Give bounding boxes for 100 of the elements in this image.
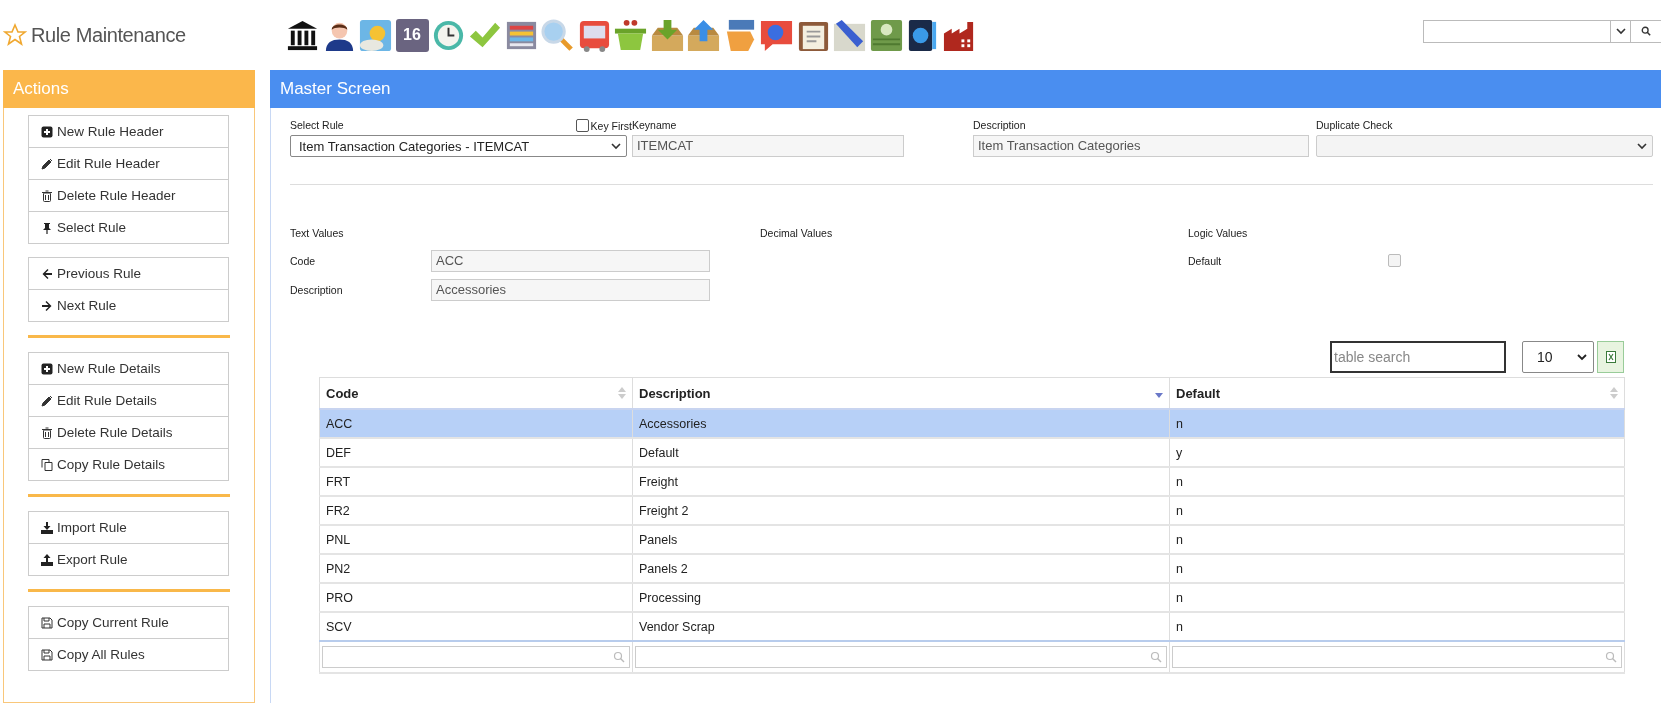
plus-icon [41,125,53,138]
action-button[interactable]: Copy All Rules [28,638,229,671]
download-icon [41,521,53,534]
field-label: Default [1188,254,1223,267]
plus-icon [41,362,53,375]
table-cell: n [1169,554,1625,583]
field-label: Keyname [632,118,678,132]
table-cell: Panels [632,525,1170,554]
search-icon [1605,651,1617,663]
table-cell: Default [632,438,1170,467]
rule-select[interactable]: Item Transaction Categories - ITEMCAT [290,135,627,157]
action-button[interactable]: Copy Current Rule [28,606,229,639]
table-cell: Accessories [632,409,1170,438]
box-upload-icon[interactable] [686,17,721,53]
pencil-icon [41,394,53,407]
table-cell: Vendor Scrap [632,612,1170,641]
column-filter-field[interactable] [635,646,1167,668]
checkbox[interactable] [575,119,589,132]
table-cell: n [1169,525,1625,554]
action-button[interactable]: New Rule Header [28,115,229,148]
table-cell: SCV [319,612,633,641]
caret-icon [1637,141,1647,151]
search-field[interactable] [1423,19,1611,43]
column-filter-field[interactable] [322,646,630,668]
sort-icon [1610,387,1618,399]
table-cell: Freight 2 [632,496,1170,525]
table-search-field[interactable]: table search [1330,341,1506,373]
upload-icon [41,553,53,566]
arrow-right-icon [41,299,53,312]
action-button[interactable]: Edit Rule Details [28,384,229,417]
table-cell: PRO [319,583,633,612]
table-cell: DEF [319,438,633,467]
caret-icon [1615,26,1626,36]
panel-header: Actions [3,70,255,108]
app-title: Rule Maintenance [31,23,186,47]
dropdown-button[interactable] [1611,19,1631,43]
section-title: Decimal Values [760,227,834,241]
value-field[interactable]: ACC [431,249,710,272]
field-label: Description [290,283,344,296]
arrow-left-icon [41,267,53,280]
search-button[interactable] [1631,19,1661,43]
value-field[interactable]: Accessories [431,278,710,301]
section-title: Logic Values [1188,227,1249,241]
table-cell: ACC [319,409,633,438]
action-button[interactable]: Next Rule [28,289,229,322]
table-cell: n [1169,612,1625,641]
action-button[interactable]: New Rule Details [28,352,229,385]
pencil-icon[interactable] [832,17,867,53]
checkbox[interactable] [1388,254,1401,267]
pencil-icon [41,157,53,170]
field-label: Duplicate Check [1316,118,1394,132]
sort-icon [618,387,626,399]
table-cell: FR2 [319,496,633,525]
action-button[interactable]: Previous Rule [28,257,229,290]
search-icon [1150,651,1162,663]
field-label: Select Rule [290,118,344,132]
excel-export-button[interactable] [1597,341,1624,373]
trash-icon [41,189,53,202]
table-cell: PNL [319,525,633,554]
column-filter-field[interactable] [1172,646,1622,668]
table-cell: n [1169,583,1625,612]
page-size-select[interactable]: 10 [1522,341,1594,373]
table-cell: Freight [632,467,1170,496]
action-button[interactable]: Export Rule [28,543,229,576]
magnifier-icon[interactable] [540,17,575,53]
caret-icon [611,141,621,151]
caret-icon [1577,352,1587,362]
box-download-icon[interactable] [649,17,685,53]
pin-icon [41,221,53,234]
keyname-field[interactable]: ITEMCAT [632,135,904,157]
table-cell: Panels 2 [632,554,1170,583]
table-cell: Processing [632,583,1170,612]
action-button[interactable]: Delete Rule Details [28,416,229,449]
star-icon[interactable] [3,23,27,47]
table-cell: n [1169,467,1625,496]
action-button[interactable]: Delete Rule Header [28,179,229,212]
search-icon [613,651,625,663]
table-cell: n [1169,496,1625,525]
field-label: Code [290,254,317,267]
copy-icon [41,458,53,471]
basket-icon[interactable] [613,17,648,53]
money-icon[interactable] [868,17,904,53]
action-button[interactable]: Import Rule [28,511,229,544]
save-icon [41,648,53,661]
trash-icon [41,426,53,439]
description-field[interactable]: Item Transaction Categories [973,135,1309,157]
search-icon [1641,26,1651,36]
section-title: Text Values [290,227,345,241]
panel-header: Master Screen [270,70,1661,108]
checkbox-label: Key First [590,120,632,132]
spreadsheet-icon [1605,351,1616,363]
save-icon [41,616,53,629]
table-cell: y [1169,438,1625,467]
field-label: Description [973,118,1027,132]
table-cell: PN2 [319,554,633,583]
action-button[interactable]: Edit Rule Header [28,147,229,180]
calendar-icon[interactable]: 16 [395,18,429,52]
table-cell: n [1169,409,1625,438]
action-button[interactable]: Copy Rule Details [28,448,229,481]
action-button[interactable]: Select Rule [28,211,229,244]
